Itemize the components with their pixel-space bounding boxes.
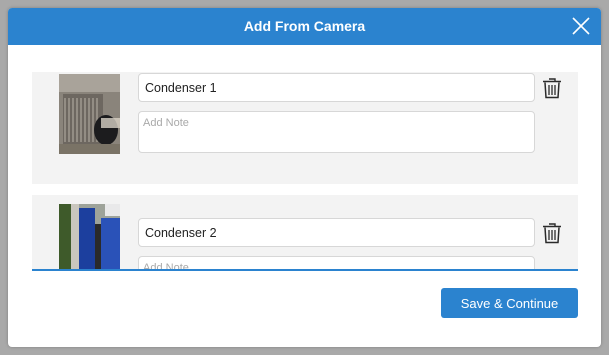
dialog-title: Add From Camera <box>243 18 366 34</box>
close-button[interactable] <box>570 15 592 37</box>
list-item <box>32 195 578 270</box>
photo-name-input[interactable] <box>138 73 535 102</box>
dialog-header: Add From Camera <box>8 8 601 45</box>
note-textarea[interactable] <box>138 256 535 270</box>
delete-button[interactable] <box>542 77 562 99</box>
list-divider <box>32 269 578 271</box>
trash-icon <box>543 78 561 99</box>
photo-list[interactable] <box>32 72 578 270</box>
trash-icon <box>543 223 561 244</box>
note-textarea[interactable] <box>138 111 535 153</box>
list-item <box>32 72 578 184</box>
photo-name-input[interactable] <box>138 218 535 247</box>
photo-thumbnail[interactable] <box>59 204 120 270</box>
add-from-camera-dialog: Add From Camera Condenser 1 Add Note Con… <box>8 8 601 347</box>
save-continue-button[interactable]: Save & Continue <box>441 288 578 318</box>
delete-button[interactable] <box>542 222 562 244</box>
close-icon <box>572 17 590 35</box>
photo-thumbnail[interactable] <box>59 74 120 154</box>
